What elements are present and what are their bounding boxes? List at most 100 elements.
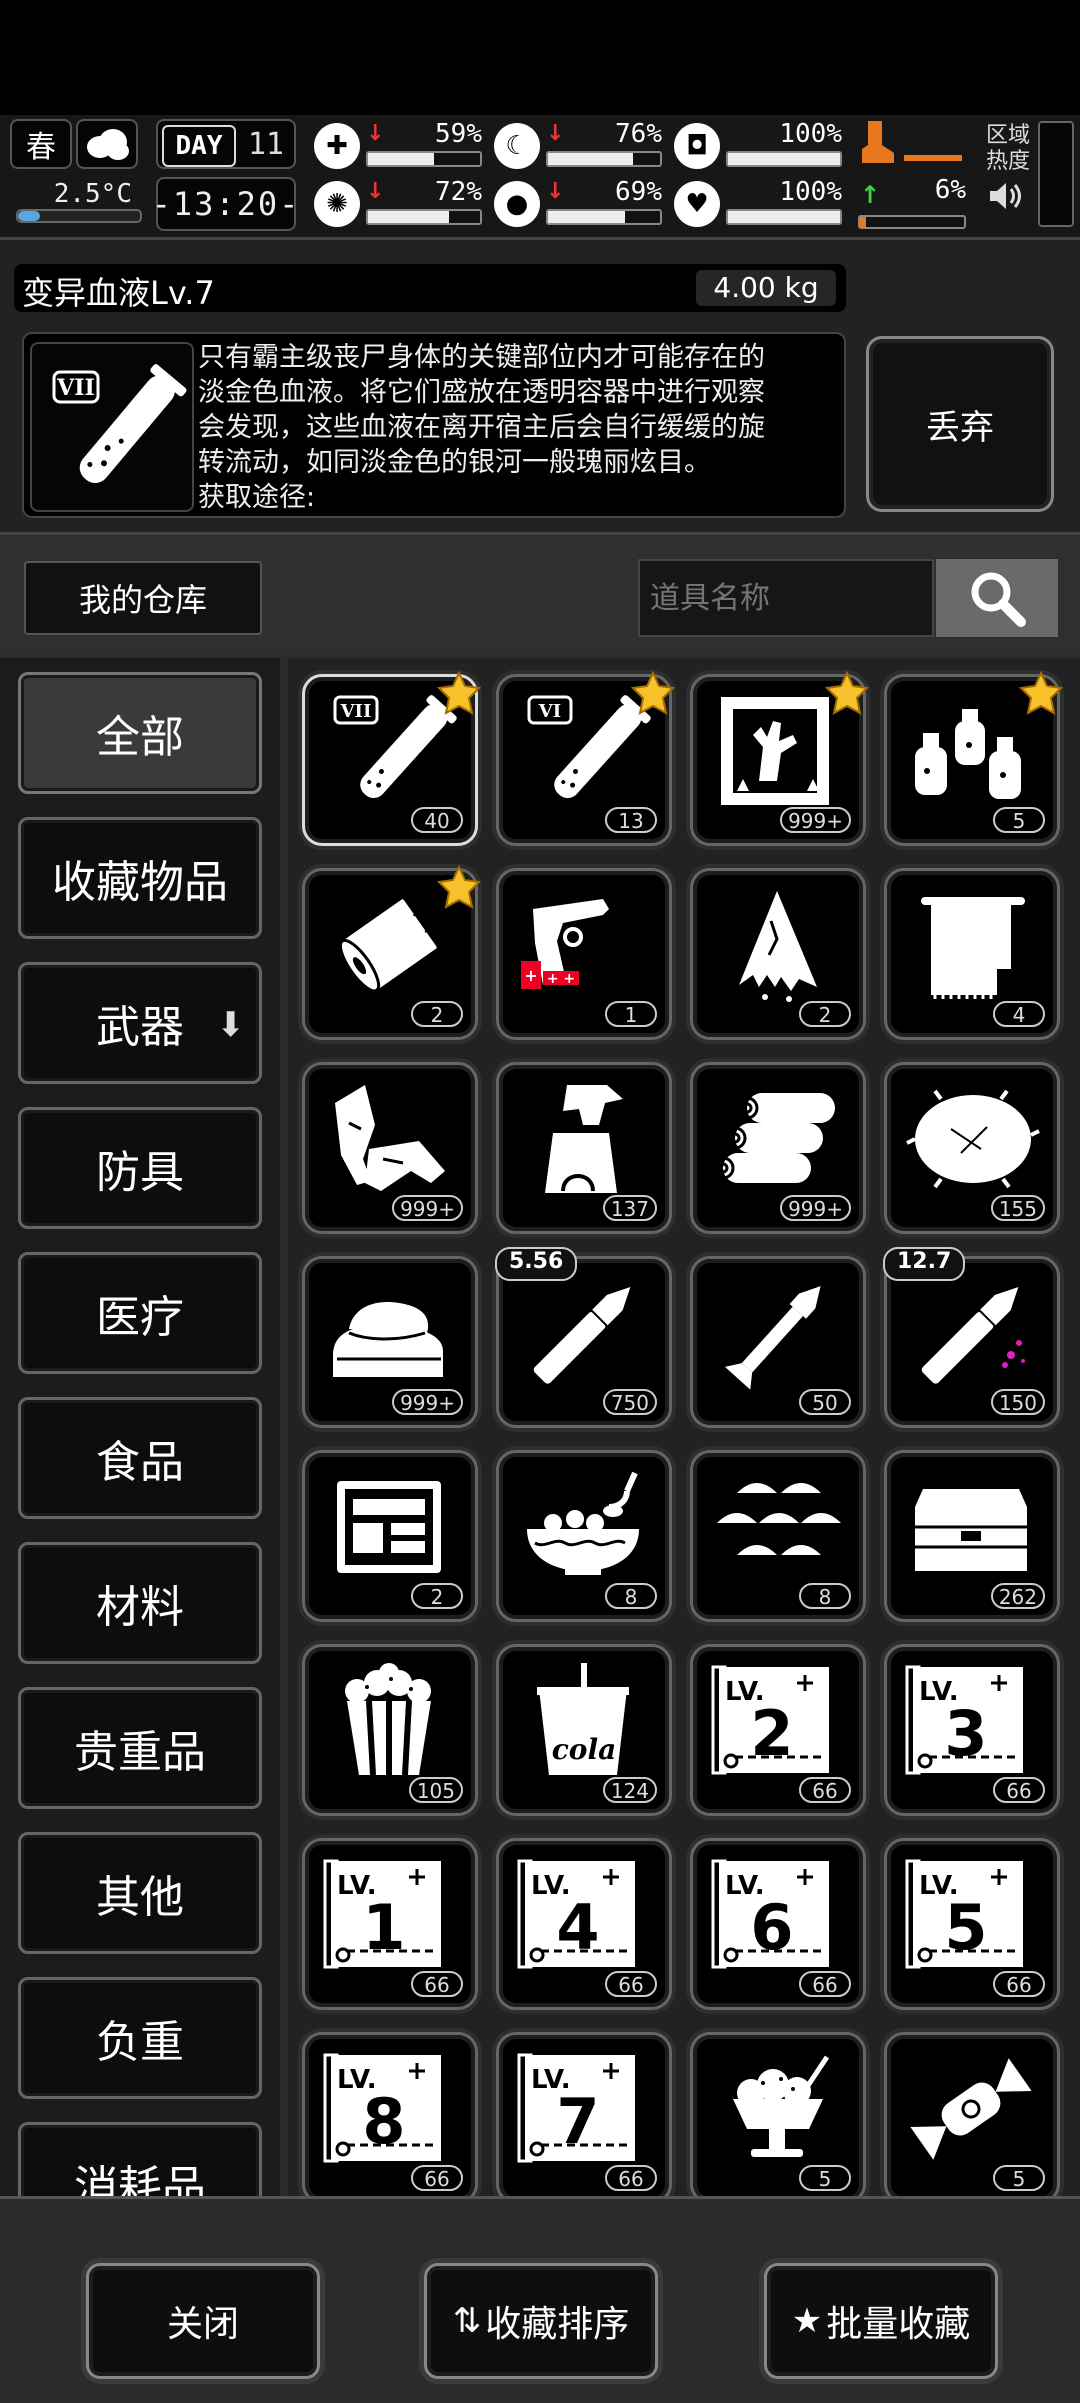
item-slot[interactable]: 50 <box>690 1256 866 1428</box>
item-slot[interactable]: 137 <box>496 1062 672 1234</box>
batch-favorite-button[interactable]: ★ 批量收藏 <box>764 2263 998 2379</box>
item-slot[interactable]: 262 <box>884 1450 1060 1622</box>
category-3[interactable]: 防具 <box>18 1107 262 1229</box>
item-slot[interactable]: 105 <box>302 1644 478 1816</box>
item-count: 105 <box>408 1777 463 1803</box>
category-label: 消耗品 <box>74 2162 206 2196</box>
category-0[interactable]: 全部 <box>18 672 262 794</box>
stat-bar <box>726 209 842 225</box>
item-slot[interactable]: 2 <box>690 868 866 1040</box>
item-slot[interactable]: 155 <box>884 1062 1060 1234</box>
ice-cream-icon <box>707 2049 849 2169</box>
description-line: 只有霸主级丧尸身体的关键部位内才可能存在的 <box>198 342 765 373</box>
item-slot[interactable]: 5 <box>690 2032 866 2196</box>
item-slot[interactable]: LV. 3 66 <box>884 1644 1060 1816</box>
search-button[interactable] <box>936 559 1058 637</box>
item-slot[interactable]: 5 <box>884 670 1064 846</box>
category-label: 贵重品 <box>74 1727 206 1778</box>
category-10[interactable]: 消耗品 <box>18 2122 262 2196</box>
warehouse-bar: 我的仓库 <box>0 532 1080 655</box>
bullet-icon <box>901 1273 1043 1393</box>
skill-book-icon: LV. 2 <box>707 1661 849 1781</box>
side-panel-edge <box>1038 121 1074 227</box>
food-bowl-icon <box>513 1467 655 1587</box>
item-slot[interactable]: 8 <box>690 1450 866 1622</box>
item-slot[interactable]: LV. 8 66 <box>302 2032 478 2196</box>
item-slot[interactable]: 5.56 750 <box>495 1247 672 1428</box>
item-name-bar: 变异血液Lv.7 4.00 kg <box>14 264 846 312</box>
day-value: 11 <box>247 127 284 162</box>
category-6[interactable]: 材料 <box>18 1542 262 1664</box>
boot-icon <box>858 119 898 169</box>
item-slot[interactable]: VII 40 <box>302 670 482 846</box>
trend-down-icon: ↓ <box>546 121 565 146</box>
category-4[interactable]: 医疗 <box>18 1252 262 1374</box>
item-slot[interactable]: 999+ <box>690 1062 866 1234</box>
stat-bar <box>726 151 842 167</box>
speaker-icon[interactable] <box>988 181 1022 219</box>
category-label: 防具 <box>96 1147 184 1198</box>
caliber-badge: 12.7 <box>883 1247 966 1281</box>
rocket-icon <box>707 1273 849 1393</box>
item-slot[interactable]: VI 13 <box>496 670 676 846</box>
svg-text:VII: VII <box>340 701 372 722</box>
popcorn-icon <box>319 1661 461 1781</box>
item-count: 262 <box>990 1583 1045 1609</box>
category-9[interactable]: 负重 <box>18 1977 262 2099</box>
category-5[interactable]: 食品 <box>18 1397 262 1519</box>
item-name: 变异血液Lv.7 <box>22 274 215 312</box>
caliber-badge: 5.56 <box>495 1247 578 1281</box>
my-warehouse-button[interactable]: 我的仓库 <box>24 561 262 635</box>
stat-armor: ◘ 100% <box>674 119 846 173</box>
item-slot[interactable]: 999+ <box>302 1256 478 1428</box>
category-7[interactable]: 贵重品 <box>18 1687 262 1809</box>
item-slot[interactable]: LV. 2 66 <box>690 1644 866 1816</box>
item-slot[interactable]: 4 <box>884 868 1060 1040</box>
hud-bar: 春 2.5°C DAY 11 -13:20- ✚ ↓ 59% ☾ ↓ 76% ◘ 100% ✺ ↓… <box>0 115 1080 240</box>
book-level-number: 1 <box>362 1891 406 1964</box>
search-icon <box>971 572 1026 627</box>
torn-cloth-icon <box>707 885 849 1005</box>
item-slot[interactable]: 12.7 150 <box>883 1247 1060 1428</box>
item-slot[interactable]: + + + 1 <box>496 868 672 1040</box>
discard-button[interactable]: 丢弃 <box>866 336 1054 512</box>
sort-favorites-button[interactable]: ⇅ 收藏排序 <box>424 2263 658 2379</box>
category-8[interactable]: 其他 <box>18 1832 262 1954</box>
close-button[interactable]: 关闭 <box>86 2263 320 2379</box>
item-count: 13 <box>605 807 657 833</box>
stat-health: ✚ ↓ 59% <box>314 119 486 173</box>
category-2[interactable]: 武器 ⬇ <box>18 962 262 1084</box>
item-slot[interactable]: 999+ <box>302 1062 478 1234</box>
dumplings-icon <box>707 1467 849 1587</box>
item-slot[interactable]: LV. 1 66 <box>302 1838 478 2010</box>
cola-label: cola <box>551 1733 617 1766</box>
item-count: 150 <box>990 1389 1045 1415</box>
item-slot[interactable]: LV. 4 66 <box>496 1838 672 2010</box>
season-indicator: 春 <box>10 119 72 169</box>
category-sidebar: 全部收藏物品武器 ⬇ 防具医疗食品材料贵重品其他负重消耗品 <box>0 658 280 2196</box>
stat-bar <box>546 209 662 225</box>
category-1[interactable]: 收藏物品 <box>18 817 262 939</box>
search-input[interactable] <box>638 559 934 637</box>
tool-chest-icon <box>901 1467 1043 1587</box>
temperature-bar <box>16 209 142 223</box>
skill-book-icon: LV. 7 <box>513 2049 655 2169</box>
category-label: 医疗 <box>96 1292 184 1343</box>
favorite-star-icon <box>1018 670 1064 719</box>
region-heat-label: 区域 热度 <box>982 123 1034 175</box>
item-slot[interactable]: LV. 6 66 <box>690 1838 866 2010</box>
item-slot[interactable]: 8 <box>496 1450 672 1622</box>
item-slot[interactable]: 2 <box>302 1450 478 1622</box>
item-slot[interactable]: 5 <box>884 2032 1060 2196</box>
item-slot[interactable]: 999+ <box>690 670 870 846</box>
item-count: 999+ <box>392 1195 463 1221</box>
item-slot[interactable]: cola 124 <box>496 1644 672 1816</box>
item-slot[interactable]: LV. 5 66 <box>884 1838 1060 2010</box>
trend-down-icon: ↓ <box>366 121 385 146</box>
item-slot[interactable]: 2 <box>302 864 482 1040</box>
item-slot[interactable]: LV. 7 66 <box>496 2032 672 2196</box>
trend-down-icon: ↓ <box>366 179 385 204</box>
item-count: 8 <box>799 1583 851 1609</box>
svg-text:VII: VII <box>56 375 95 401</box>
survival-stats: ✚ ↓ 59% ☾ ↓ 76% ◘ 100% ✺ ↓ 72% ● ↓ 69% ♥ 100% <box>314 115 854 237</box>
